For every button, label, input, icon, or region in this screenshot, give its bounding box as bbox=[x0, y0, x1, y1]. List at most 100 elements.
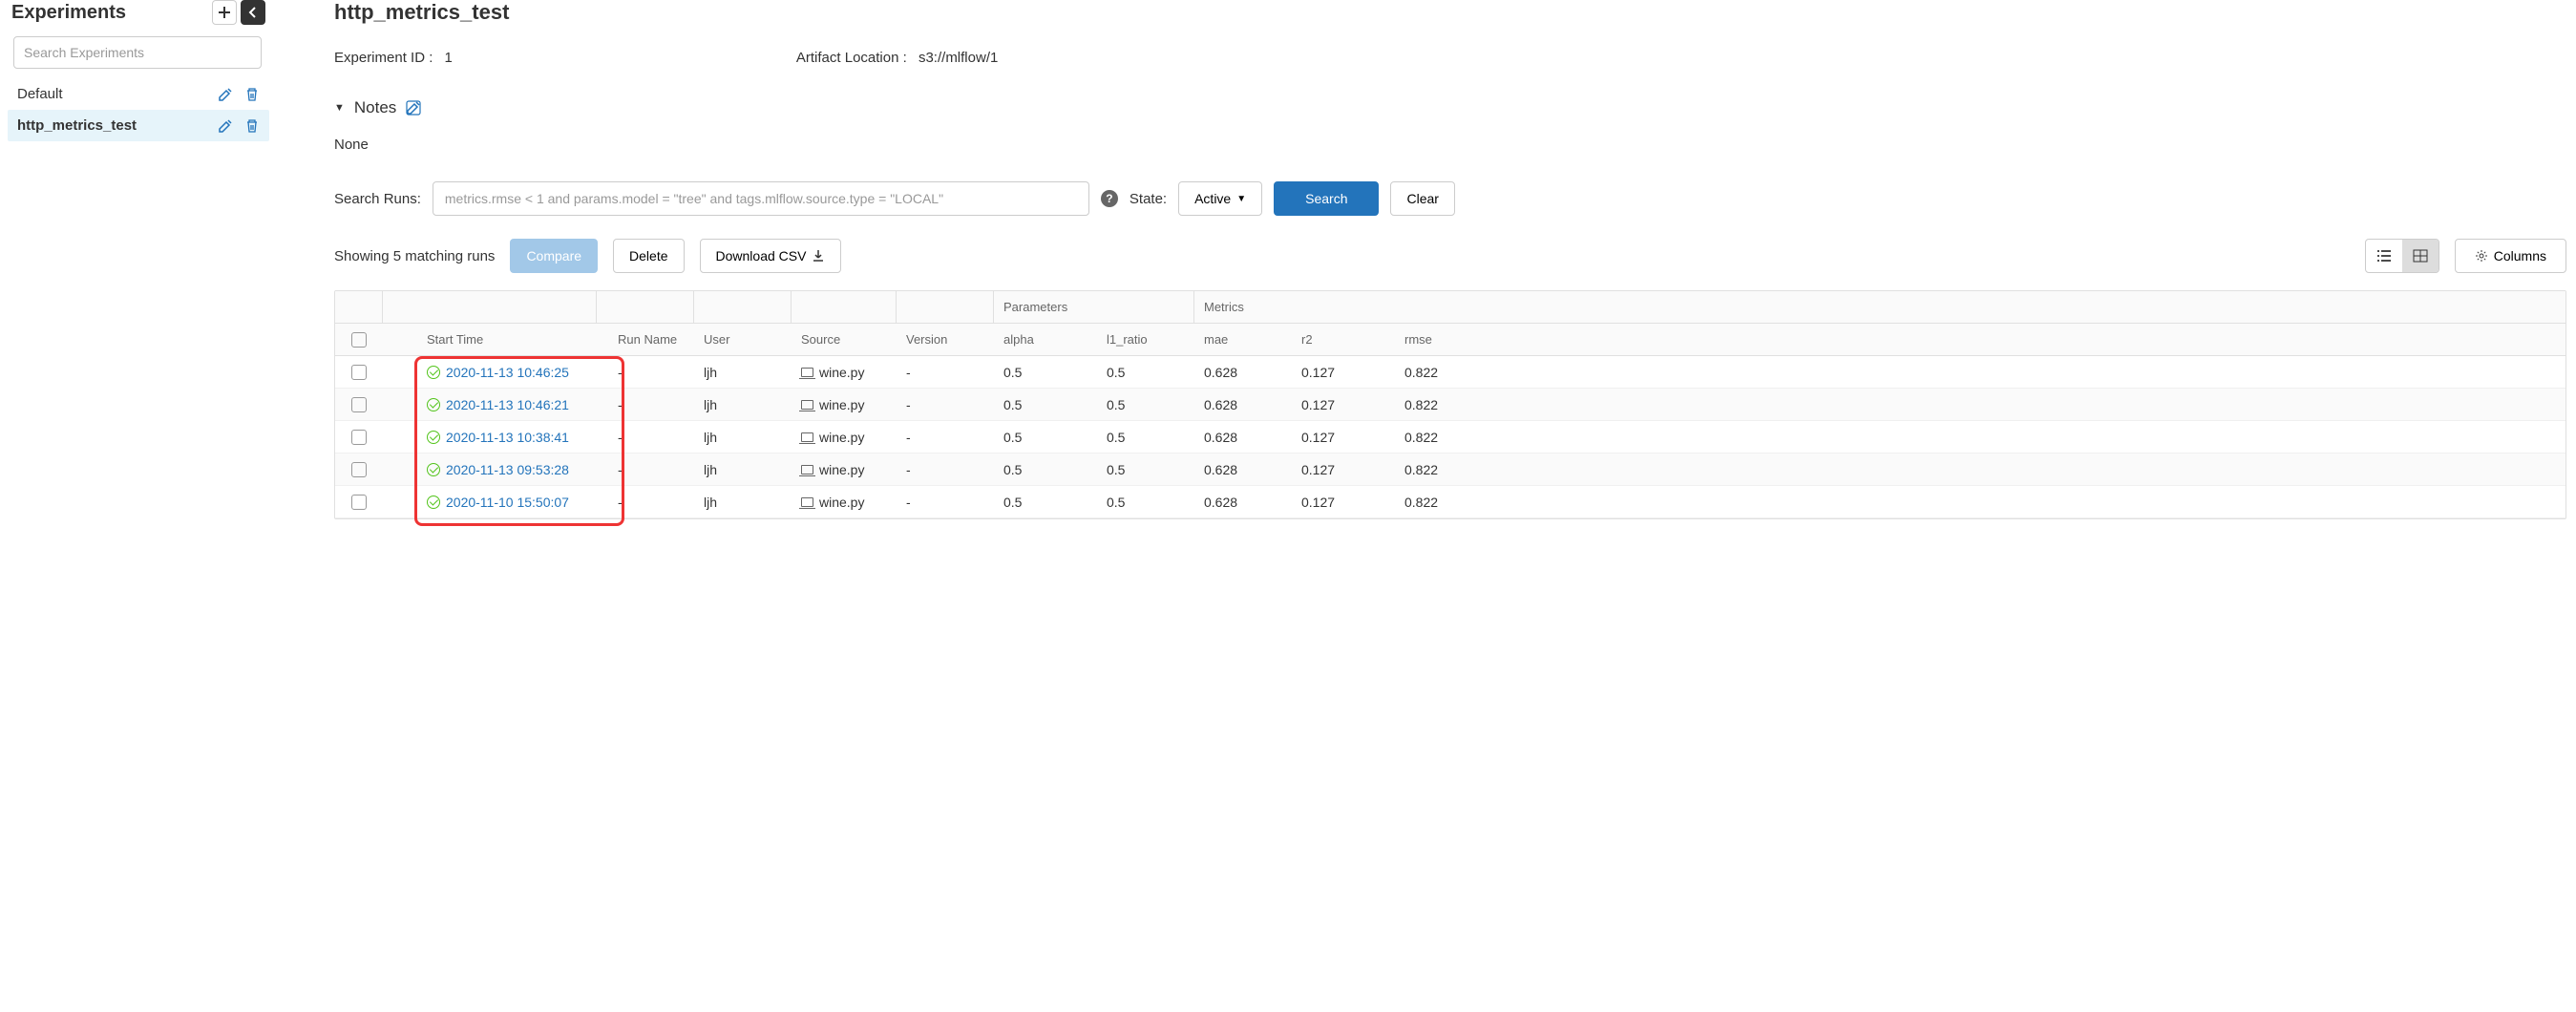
param-l1-ratio: 0.5 bbox=[1097, 397, 1194, 412]
col-mae[interactable]: mae bbox=[1194, 332, 1292, 347]
run-name: - bbox=[608, 397, 694, 412]
col-alpha[interactable]: alpha bbox=[994, 332, 1097, 347]
run-user: ljh bbox=[694, 365, 792, 380]
metric-r2: 0.127 bbox=[1292, 462, 1395, 477]
experiment-name: Default bbox=[17, 86, 63, 102]
grid-icon bbox=[2413, 249, 2428, 263]
table-row: 2020-11-10 15:50:07 - ljh wine.py - 0.5 … bbox=[335, 486, 2565, 518]
run-start-time-link[interactable]: 2020-11-13 10:46:25 bbox=[446, 365, 569, 380]
col-l1-ratio[interactable]: l1_ratio bbox=[1097, 332, 1194, 347]
row-checkbox[interactable] bbox=[351, 462, 367, 477]
run-start-time-link[interactable]: 2020-11-13 09:53:28 bbox=[446, 462, 569, 477]
row-checkbox[interactable] bbox=[351, 430, 367, 445]
row-checkbox[interactable] bbox=[351, 397, 367, 412]
delete-button[interactable]: Delete bbox=[613, 239, 684, 273]
sidebar-experiment-item[interactable]: Default bbox=[8, 78, 269, 110]
col-rmse[interactable]: rmse bbox=[1395, 332, 1490, 347]
search-experiments-input[interactable] bbox=[13, 36, 262, 69]
run-name: - bbox=[608, 365, 694, 380]
status-success-icon bbox=[427, 495, 440, 509]
metric-r2: 0.127 bbox=[1292, 397, 1395, 412]
param-l1-ratio: 0.5 bbox=[1097, 462, 1194, 477]
sidebar-experiment-item[interactable]: http_metrics_test bbox=[8, 110, 269, 141]
search-runs-input[interactable] bbox=[433, 181, 1089, 216]
param-alpha: 0.5 bbox=[994, 462, 1097, 477]
run-source[interactable]: wine.py bbox=[792, 397, 897, 412]
laptop-icon bbox=[801, 432, 813, 442]
laptop-icon bbox=[801, 465, 813, 474]
select-all-checkbox[interactable] bbox=[351, 332, 367, 348]
col-group-metrics: Metrics bbox=[1194, 291, 2565, 323]
trash-icon[interactable] bbox=[244, 118, 260, 134]
main: http_metrics_test Experiment ID : 1 Arti… bbox=[277, 0, 2576, 519]
metric-mae: 0.628 bbox=[1194, 495, 1292, 510]
status-success-icon bbox=[427, 366, 440, 379]
state-dropdown[interactable]: Active ▼ bbox=[1178, 181, 1262, 216]
col-r2[interactable]: r2 bbox=[1292, 332, 1395, 347]
laptop-icon bbox=[801, 497, 813, 507]
run-version: - bbox=[897, 462, 994, 477]
status-success-icon bbox=[427, 398, 440, 411]
run-source[interactable]: wine.py bbox=[792, 462, 897, 477]
status-success-icon bbox=[427, 463, 440, 476]
col-group-parameters: Parameters bbox=[994, 291, 1194, 323]
run-source[interactable]: wine.py bbox=[792, 495, 897, 510]
row-checkbox[interactable] bbox=[351, 365, 367, 380]
run-source[interactable]: wine.py bbox=[792, 430, 897, 445]
run-name: - bbox=[608, 495, 694, 510]
notes-value: None bbox=[334, 137, 2566, 153]
artifact-location-label: Artifact Location : bbox=[796, 50, 907, 66]
run-start-time-link[interactable]: 2020-11-10 15:50:07 bbox=[446, 495, 569, 510]
matching-runs-text: Showing 5 matching runs bbox=[334, 248, 495, 264]
run-start-time-link[interactable]: 2020-11-13 10:38:41 bbox=[446, 430, 569, 445]
run-user: ljh bbox=[694, 397, 792, 412]
param-l1-ratio: 0.5 bbox=[1097, 430, 1194, 445]
laptop-icon bbox=[801, 368, 813, 377]
row-checkbox[interactable] bbox=[351, 495, 367, 510]
search-runs-label: Search Runs: bbox=[334, 191, 421, 207]
plus-icon bbox=[218, 6, 231, 19]
notes-toggle[interactable]: ▼ Notes bbox=[334, 98, 2566, 117]
search-button[interactable]: Search bbox=[1274, 181, 1379, 216]
col-version[interactable]: Version bbox=[897, 332, 994, 347]
col-run-name[interactable]: Run Name bbox=[608, 332, 694, 347]
run-version: - bbox=[897, 365, 994, 380]
clear-button[interactable]: Clear bbox=[1390, 181, 1454, 216]
table-row: 2020-11-13 09:53:28 - ljh wine.py - 0.5 … bbox=[335, 453, 2565, 486]
status-success-icon bbox=[427, 431, 440, 444]
run-version: - bbox=[897, 430, 994, 445]
metric-mae: 0.628 bbox=[1194, 397, 1292, 412]
run-start-time-link[interactable]: 2020-11-13 10:46:21 bbox=[446, 397, 569, 412]
run-version: - bbox=[897, 397, 994, 412]
add-experiment-button[interactable] bbox=[212, 0, 237, 25]
collapse-sidebar-button[interactable] bbox=[241, 0, 265, 25]
col-start-time[interactable]: Start Time bbox=[417, 332, 608, 347]
col-user[interactable]: User bbox=[694, 332, 792, 347]
param-alpha: 0.5 bbox=[994, 365, 1097, 380]
run-source[interactable]: wine.py bbox=[792, 365, 897, 380]
run-version: - bbox=[897, 495, 994, 510]
help-icon[interactable]: ? bbox=[1101, 190, 1118, 207]
list-icon bbox=[2376, 249, 2392, 263]
artifact-location-value: s3://mlflow/1 bbox=[918, 50, 998, 66]
run-user: ljh bbox=[694, 462, 792, 477]
param-alpha: 0.5 bbox=[994, 495, 1097, 510]
download-csv-button[interactable]: Download CSV bbox=[700, 239, 842, 273]
notes-label: Notes bbox=[354, 98, 396, 117]
experiment-id-label: Experiment ID : bbox=[334, 50, 433, 66]
edit-notes-icon[interactable] bbox=[406, 100, 421, 116]
compare-button[interactable]: Compare bbox=[510, 239, 598, 273]
param-l1-ratio: 0.5 bbox=[1097, 365, 1194, 380]
col-source[interactable]: Source bbox=[792, 332, 897, 347]
runs-table: Parameters Metrics Start Time Run Name U… bbox=[334, 290, 2566, 519]
edit-icon[interactable] bbox=[218, 118, 233, 134]
list-view-button[interactable] bbox=[2366, 240, 2402, 272]
run-name: - bbox=[608, 462, 694, 477]
grid-view-button[interactable] bbox=[2402, 240, 2439, 272]
columns-button[interactable]: Columns bbox=[2455, 239, 2566, 273]
metric-rmse: 0.822 bbox=[1395, 462, 1490, 477]
experiment-title: http_metrics_test bbox=[334, 0, 2566, 25]
trash-icon[interactable] bbox=[244, 87, 260, 102]
caret-down-icon: ▼ bbox=[1236, 194, 1246, 204]
edit-icon[interactable] bbox=[218, 87, 233, 102]
